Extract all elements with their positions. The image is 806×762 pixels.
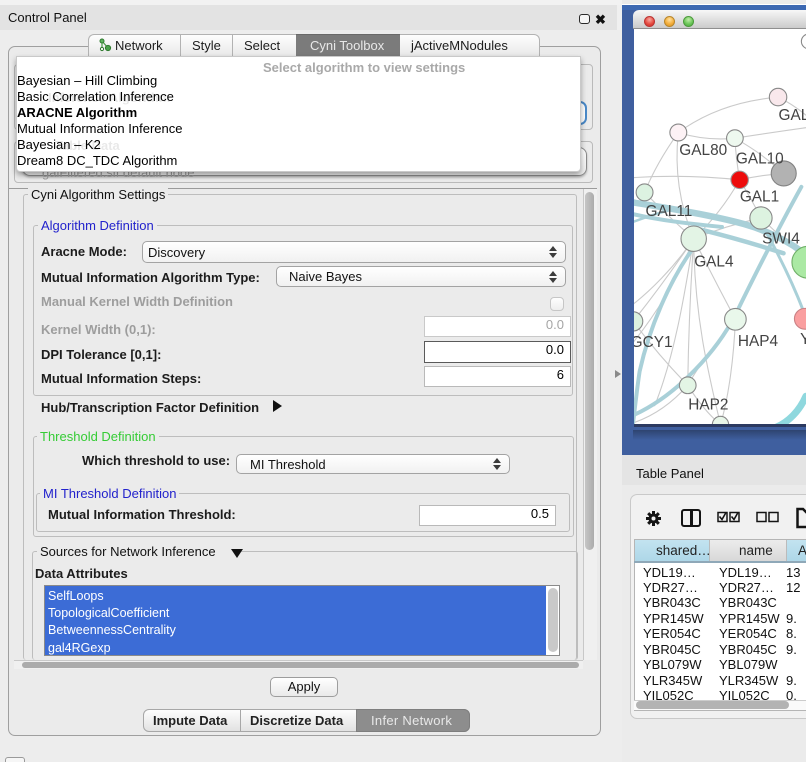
svg-text:GAL10: GAL10 (735, 150, 783, 167)
svg-text:HAP4: HAP4 (737, 333, 778, 350)
svg-text:GAL1: GAL1 (739, 189, 778, 206)
svg-text:HAP2: HAP2 (688, 397, 728, 414)
svg-text:GAL2: GAL2 (778, 107, 806, 124)
svg-text:SWI4: SWI4 (762, 230, 800, 247)
svg-text:GCY1: GCY1 (634, 334, 673, 351)
svg-text:GAL4: GAL4 (694, 254, 734, 271)
svg-text:GAL11: GAL11 (645, 203, 692, 220)
svg-text:GAL80: GAL80 (679, 142, 727, 159)
svg-text:Y: Y (800, 331, 806, 348)
